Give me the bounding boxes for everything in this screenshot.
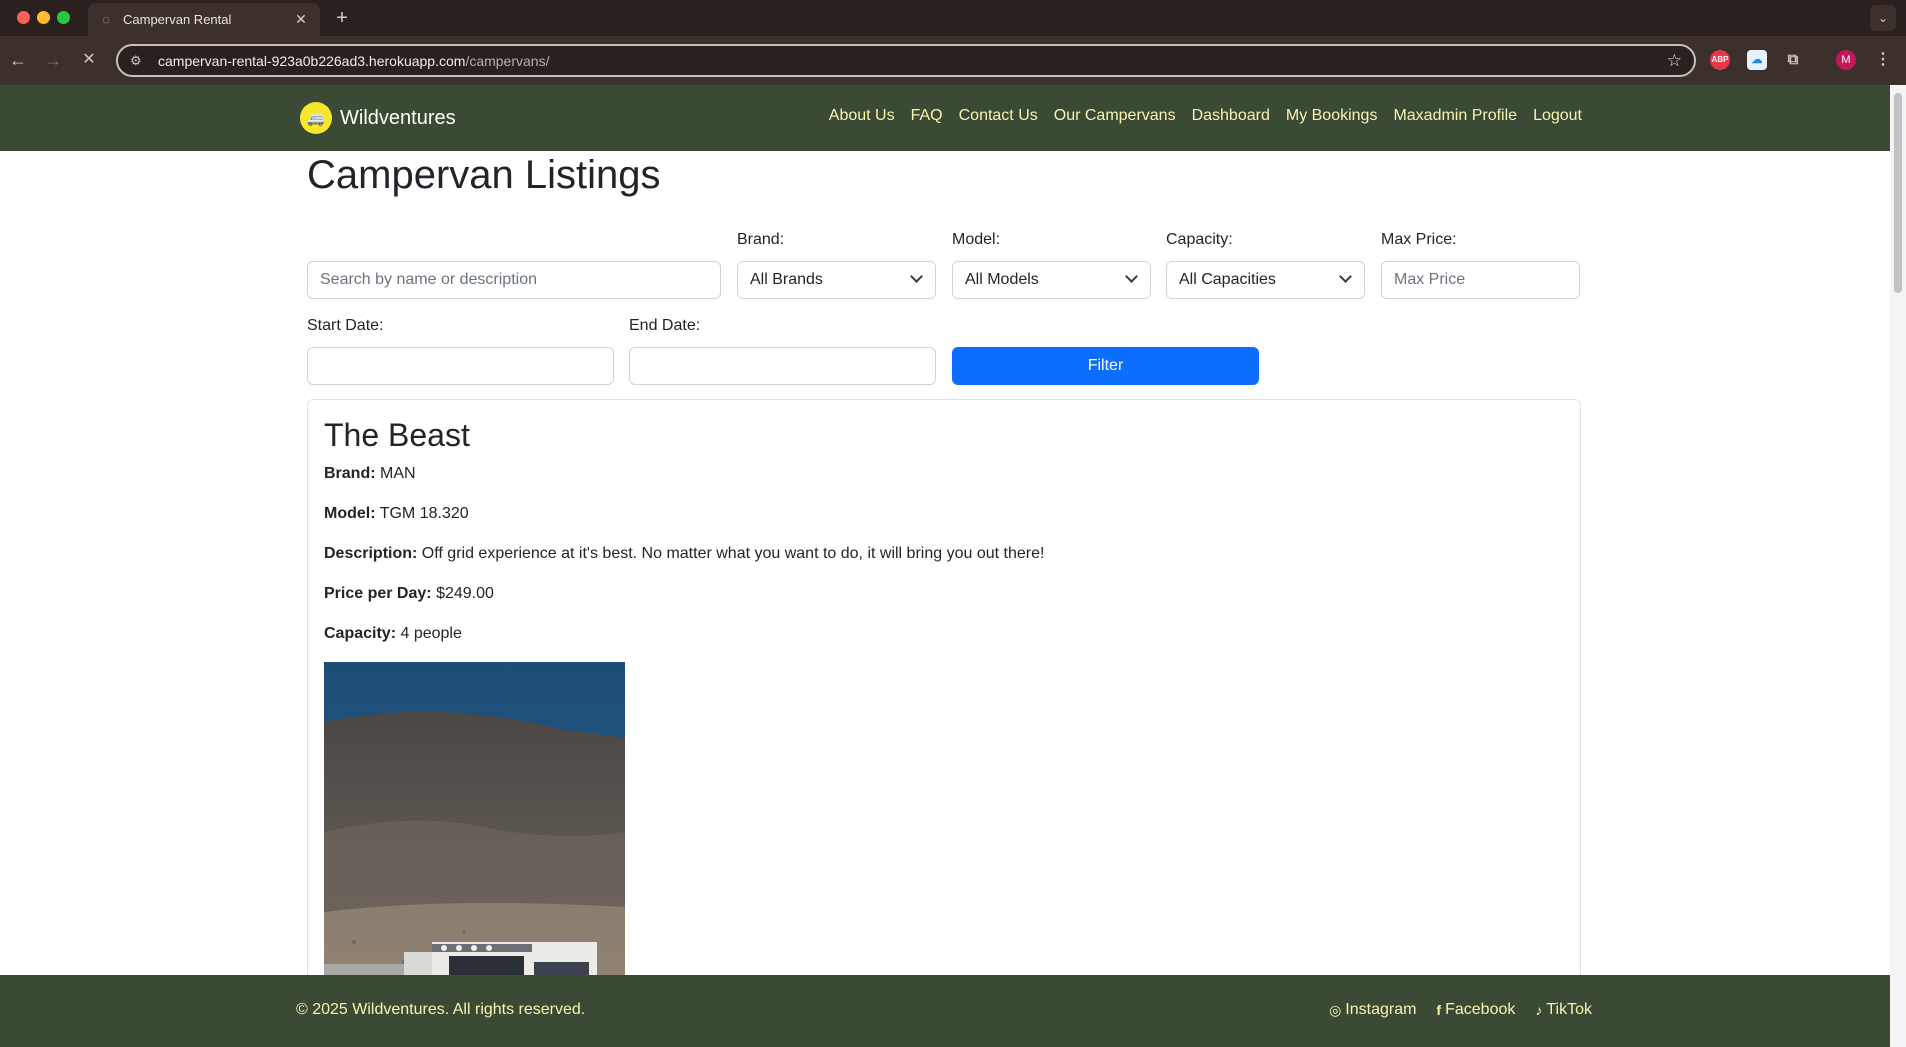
filter-button[interactable]: Filter bbox=[952, 347, 1259, 385]
capacity-select[interactable]: All Capacities bbox=[1166, 261, 1365, 299]
campervan-capacity: Capacity: 4 people bbox=[324, 625, 462, 642]
nav-link-dashboard[interactable]: Dashboard bbox=[1192, 107, 1270, 125]
start-date-input[interactable] bbox=[307, 347, 614, 385]
new-tab-icon[interactable]: + bbox=[330, 6, 354, 30]
facebook-icon: f bbox=[1436, 1002, 1442, 1018]
nav-link-our-campervans[interactable]: Our Campervans bbox=[1054, 107, 1176, 125]
campervan-price: Price per Day: $249.00 bbox=[324, 585, 494, 602]
model-label: Model: bbox=[952, 231, 1001, 248]
chevron-down-icon bbox=[1339, 270, 1352, 283]
campervan-name[interactable]: The Beast bbox=[324, 416, 1564, 454]
loading-icon: ◌ bbox=[102, 11, 110, 27]
instagram-icon: ◎ bbox=[1329, 1001, 1342, 1018]
capacity-label: Capacity: bbox=[1166, 231, 1233, 248]
chevron-down-icon bbox=[1125, 270, 1138, 283]
bookmark-star-icon[interactable]: ☆ bbox=[1667, 51, 1682, 71]
facebook-link[interactable]: f Facebook bbox=[1436, 1001, 1515, 1019]
page-viewport: 🚐 Wildventures About Us FAQ Contact Us O… bbox=[0, 85, 1890, 1047]
search-input[interactable]: Search by name or description bbox=[307, 261, 721, 299]
scrollbar-thumb[interactable] bbox=[1894, 93, 1902, 293]
end-date-label: End Date: bbox=[629, 317, 701, 334]
stop-loading-icon[interactable]: ✕ bbox=[77, 48, 101, 72]
page-title: Campervan Listings bbox=[307, 153, 661, 197]
site-navbar: 🚐 Wildventures About Us FAQ Contact Us O… bbox=[0, 85, 1890, 151]
nav-links: About Us FAQ Contact Us Our Campervans D… bbox=[829, 107, 1582, 125]
brand-name: Wildventures bbox=[340, 106, 456, 129]
browser-tab-bar: ◌ Campervan Rental ✕ + ⌄ bbox=[0, 0, 1906, 36]
site-brand[interactable]: 🚐 Wildventures bbox=[300, 102, 456, 134]
main-content: Campervan Listings Search by name or des… bbox=[307, 151, 1581, 1047]
campervan-model: Model: TGM 18.320 bbox=[324, 505, 469, 522]
copyright-text: © 2025 Wildventures. All rights reserved… bbox=[296, 1001, 586, 1018]
nav-link-logout[interactable]: Logout bbox=[1533, 107, 1582, 125]
social-links: ◎ Instagram f Facebook ♪ TikTok bbox=[1329, 1001, 1592, 1019]
browser-tab[interactable]: ◌ Campervan Rental ✕ bbox=[88, 3, 320, 36]
model-select[interactable]: All Models bbox=[952, 261, 1151, 299]
tab-title: Campervan Rental bbox=[123, 12, 232, 27]
cloud-extension-icon[interactable]: ☁ bbox=[1747, 50, 1767, 70]
nav-link-my-bookings[interactable]: My Bookings bbox=[1286, 107, 1378, 125]
nav-link-about-us[interactable]: About Us bbox=[829, 107, 895, 125]
close-tab-icon[interactable]: ✕ bbox=[292, 10, 310, 28]
nav-link-profile[interactable]: Maxadmin Profile bbox=[1393, 107, 1517, 125]
max-price-label: Max Price: bbox=[1381, 231, 1457, 248]
adblock-icon[interactable]: ABP bbox=[1710, 50, 1730, 70]
campervan-description: Description: Off grid experience at it's… bbox=[324, 545, 1045, 562]
tiktok-icon: ♪ bbox=[1535, 1002, 1543, 1018]
chevron-down-icon bbox=[910, 270, 923, 283]
back-icon[interactable]: ← bbox=[6, 48, 30, 72]
page-scrollbar[interactable] bbox=[1890, 85, 1906, 1047]
site-footer: © 2025 Wildventures. All rights reserved… bbox=[0, 975, 1890, 1047]
campervan-card: The Beast Brand: MAN Model: TGM 18.320 D… bbox=[307, 399, 1581, 1047]
end-date-input[interactable] bbox=[629, 347, 936, 385]
capacity-select-value: All Capacities bbox=[1179, 271, 1276, 288]
tab-search-icon[interactable]: ⌄ bbox=[1870, 5, 1896, 31]
profile-avatar[interactable]: M bbox=[1836, 50, 1856, 70]
tiktok-link[interactable]: ♪ TikTok bbox=[1535, 1001, 1592, 1019]
brand-label: Brand: bbox=[737, 231, 785, 248]
max-price-input[interactable]: Max Price bbox=[1381, 261, 1580, 299]
instagram-link[interactable]: ◎ Instagram bbox=[1329, 1001, 1416, 1019]
minimize-window-icon[interactable] bbox=[37, 11, 50, 24]
brand-logo-icon: 🚐 bbox=[300, 102, 332, 134]
maximize-window-icon[interactable] bbox=[57, 11, 70, 24]
forward-icon[interactable]: → bbox=[41, 48, 65, 72]
nav-link-faq[interactable]: FAQ bbox=[911, 107, 943, 125]
browser-menu-icon[interactable]: ⋮ bbox=[1873, 50, 1893, 70]
start-date-label: Start Date: bbox=[307, 317, 384, 334]
nav-link-contact-us[interactable]: Contact Us bbox=[959, 107, 1038, 125]
url-text: campervan-rental-923a0b226ad3.herokuapp.… bbox=[158, 52, 550, 69]
brand-select-value: All Brands bbox=[750, 271, 823, 288]
campervan-brand: Brand: MAN bbox=[324, 465, 416, 482]
site-info-icon[interactable]: ⚙ bbox=[130, 53, 148, 69]
close-window-icon[interactable] bbox=[17, 11, 30, 24]
brand-select[interactable]: All Brands bbox=[737, 261, 936, 299]
browser-toolbar: ← → ✕ ⚙ campervan-rental-923a0b226ad3.he… bbox=[0, 36, 1906, 85]
model-select-value: All Models bbox=[965, 271, 1039, 288]
address-bar[interactable]: ⚙ campervan-rental-923a0b226ad3.herokuap… bbox=[116, 44, 1696, 77]
extensions-puzzle-icon[interactable]: ⧉ bbox=[1783, 50, 1803, 70]
